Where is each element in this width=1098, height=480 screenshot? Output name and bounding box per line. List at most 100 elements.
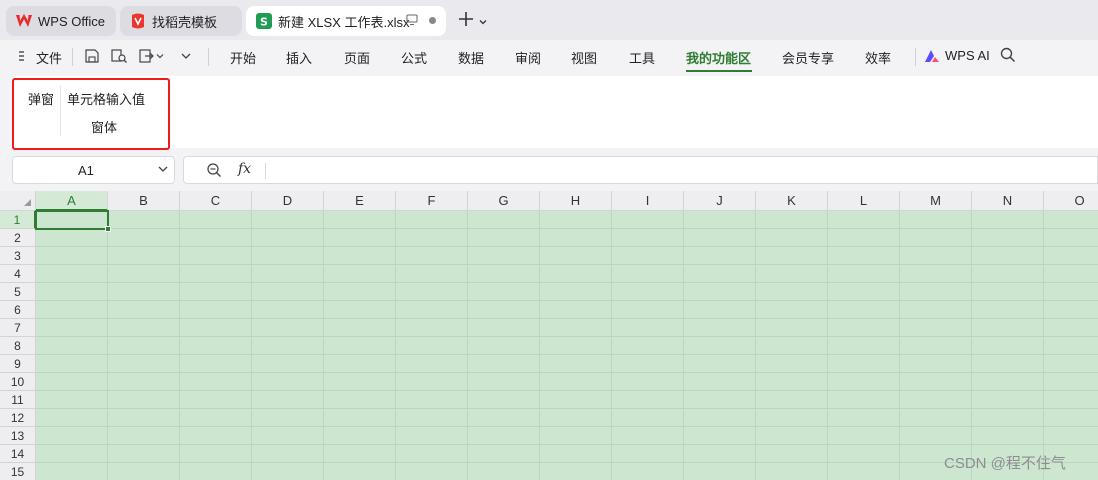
column-header-c[interactable]: C (180, 191, 252, 211)
grid-line (36, 246, 1098, 247)
row-header-12[interactable]: 12 (0, 409, 36, 427)
grid-line (36, 228, 1098, 229)
menu-member-exclusive[interactable]: 会员专享 (782, 48, 834, 67)
column-header-n[interactable]: N (972, 191, 1044, 211)
grid-line (36, 462, 1098, 463)
grid-line (36, 426, 1098, 427)
menu-separator (915, 48, 916, 66)
row-header-5[interactable]: 5 (0, 283, 36, 301)
row-header-7[interactable]: 7 (0, 319, 36, 337)
active-cell-a1[interactable] (35, 210, 111, 232)
tab-label: WPS Office (38, 13, 105, 29)
export-icon[interactable] (138, 48, 164, 64)
column-header-m[interactable]: M (900, 191, 972, 211)
grid-line (539, 211, 540, 480)
column-header-j[interactable]: J (684, 191, 756, 211)
menu-data[interactable]: 数据 (458, 48, 484, 67)
wps-ai-button[interactable]: WPS AI (945, 48, 990, 63)
column-header-l[interactable]: L (828, 191, 900, 211)
menu-bar: 文件 开始 插入 页面 公式 数据 审阅 视图 工具 我的功能区 会员专享 效率… (0, 40, 1098, 74)
fill-handle[interactable] (105, 226, 111, 232)
chevron-down-icon[interactable] (157, 163, 169, 178)
grid-line (899, 211, 900, 480)
print-preview-icon[interactable] (110, 48, 128, 64)
grid-line (827, 211, 828, 480)
row-header-9[interactable]: 9 (0, 355, 36, 373)
menu-review[interactable]: 审阅 (515, 48, 541, 67)
triangle-icon (24, 199, 31, 206)
row-header-10[interactable]: 10 (0, 373, 36, 391)
spreadsheet-s-icon: S (256, 13, 272, 29)
hamburger-icon[interactable] (18, 50, 28, 62)
grid-line (683, 211, 684, 480)
menu-efficiency[interactable]: 效率 (865, 48, 891, 67)
row-header-8[interactable]: 8 (0, 337, 36, 355)
grid-line (36, 372, 1098, 373)
grid-line (395, 211, 396, 480)
plus-icon (458, 10, 474, 33)
watermark: CSDN @程不住气 (944, 455, 1066, 472)
menu-file[interactable]: 文件 (36, 48, 62, 67)
column-header-g[interactable]: G (468, 191, 540, 211)
grid-line (323, 211, 324, 480)
menu-page[interactable]: 页面 (344, 48, 370, 67)
docer-logo-icon (130, 13, 146, 29)
fx-icon[interactable]: fx (238, 161, 251, 177)
row-header-11[interactable]: 11 (0, 391, 36, 409)
tab-docer-templates[interactable]: 找稻壳模板 (120, 6, 242, 36)
select-all-corner[interactable] (0, 191, 36, 211)
grid-line (36, 264, 1098, 265)
name-box[interactable]: A1 (12, 156, 175, 184)
tab-new-xlsx[interactable]: S 新建 XLSX 工作表.xlsx (246, 6, 446, 36)
formula-bar[interactable]: fx (183, 156, 1098, 184)
row-header-15[interactable]: 15 (0, 463, 36, 480)
column-header-o[interactable]: O (1044, 191, 1098, 211)
grid-line (107, 211, 108, 480)
zoom-icon[interactable] (206, 162, 222, 181)
wps-ai-logo-icon[interactable] (924, 49, 940, 63)
column-header-b[interactable]: B (108, 191, 180, 211)
row-header-6[interactable]: 6 (0, 301, 36, 319)
grid-line (36, 408, 1098, 409)
chevron-down-icon (478, 10, 488, 33)
grid-line (36, 354, 1098, 355)
menu-separator (72, 48, 73, 66)
menu-formula[interactable]: 公式 (401, 48, 427, 67)
highlight-box (12, 78, 170, 150)
new-tab-button[interactable] (458, 10, 488, 33)
tab-label: 新建 XLSX 工作表.xlsx (278, 14, 410, 30)
column-header-a[interactable]: A (36, 191, 108, 211)
grid-line (971, 211, 972, 480)
name-box-value: A1 (78, 163, 94, 178)
spreadsheet-grid[interactable]: A B C D E F G H I J K L M N O 1 2 3 4 5 6 7 8 9 10 11 12 13 14 15 (0, 191, 1098, 480)
row-header-2[interactable]: 2 (0, 229, 36, 247)
tab-label: 找稻壳模板 (152, 14, 218, 30)
row-header-3[interactable]: 3 (0, 247, 36, 265)
row-header-4[interactable]: 4 (0, 265, 36, 283)
search-icon[interactable] (1000, 47, 1016, 63)
chevron-down-icon[interactable] (180, 51, 192, 61)
menu-insert[interactable]: 插入 (286, 48, 312, 67)
column-header-e[interactable]: E (324, 191, 396, 211)
row-header-1[interactable]: 1 (0, 211, 36, 229)
monitor-icon[interactable] (406, 14, 418, 29)
grid-line (36, 336, 1098, 337)
title-bar: WPS Office 找稻壳模板 S 新建 XLSX 工作表.xlsx (0, 0, 1098, 40)
grid-line (1043, 211, 1044, 480)
row-header-14[interactable]: 14 (0, 445, 36, 463)
menu-tools[interactable]: 工具 (629, 48, 655, 67)
row-header-13[interactable]: 13 (0, 427, 36, 445)
column-header-h[interactable]: H (540, 191, 612, 211)
column-header-f[interactable]: F (396, 191, 468, 211)
svg-text:S: S (260, 16, 268, 29)
menu-my-ribbon[interactable]: 我的功能区 (686, 48, 751, 67)
column-header-i[interactable]: I (612, 191, 684, 211)
active-tab-underline (686, 70, 752, 72)
column-header-d[interactable]: D (252, 191, 324, 211)
unsaved-dot-icon[interactable] (429, 17, 436, 24)
column-header-k[interactable]: K (756, 191, 828, 211)
tab-wps-office[interactable]: WPS Office (6, 6, 116, 36)
menu-home[interactable]: 开始 (230, 48, 256, 67)
save-icon[interactable] (84, 48, 100, 64)
menu-view[interactable]: 视图 (571, 48, 597, 67)
